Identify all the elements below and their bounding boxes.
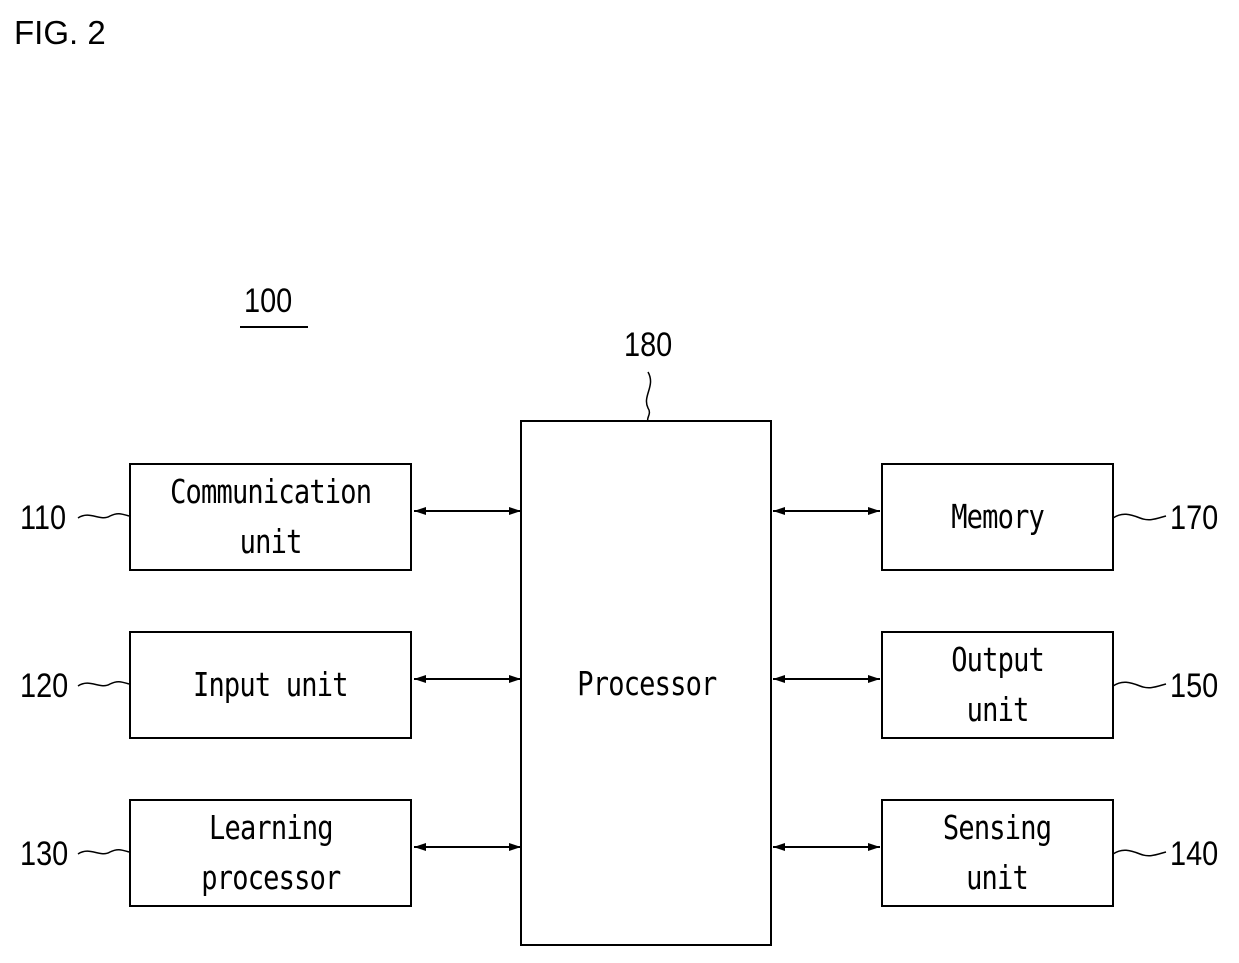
input-unit-ref: 120 [20, 667, 69, 705]
leader-150 [1112, 681, 1167, 689]
sensing-unit-block: Sensing unit [881, 799, 1114, 907]
processor-label: Processor [576, 663, 717, 703]
leader-140 [1112, 849, 1167, 857]
memory-block: Memory [881, 463, 1114, 571]
input-unit-label: Input unit [193, 665, 349, 704]
output-unit-label: Output unit [951, 640, 1045, 729]
communication-unit-block: Communication unit [129, 463, 412, 571]
leader-180 [645, 371, 652, 422]
processor-ref: 180 [624, 326, 673, 364]
leader-170 [1112, 513, 1167, 521]
communication-unit-ref: 110 [20, 499, 67, 537]
communication-unit-label: Communication unit [169, 472, 372, 561]
learning-processor-label: Learning processor [200, 808, 341, 897]
learning-processor-ref: 130 [20, 835, 69, 873]
memory-label: Memory [951, 497, 1045, 536]
output-unit-ref: 150 [1170, 667, 1219, 705]
input-unit-block: Input unit [129, 631, 412, 739]
sensing-unit-ref: 140 [1170, 835, 1219, 873]
learning-processor-block: Learning processor [129, 799, 412, 907]
leader-120 [77, 680, 130, 687]
output-unit-block: Output unit [881, 631, 1114, 739]
processor-block: Processor [521, 421, 772, 946]
leader-110 [77, 512, 130, 519]
memory-ref: 170 [1170, 499, 1219, 537]
leader-130 [77, 848, 130, 855]
sensing-unit-label: Sensing unit [943, 808, 1052, 897]
